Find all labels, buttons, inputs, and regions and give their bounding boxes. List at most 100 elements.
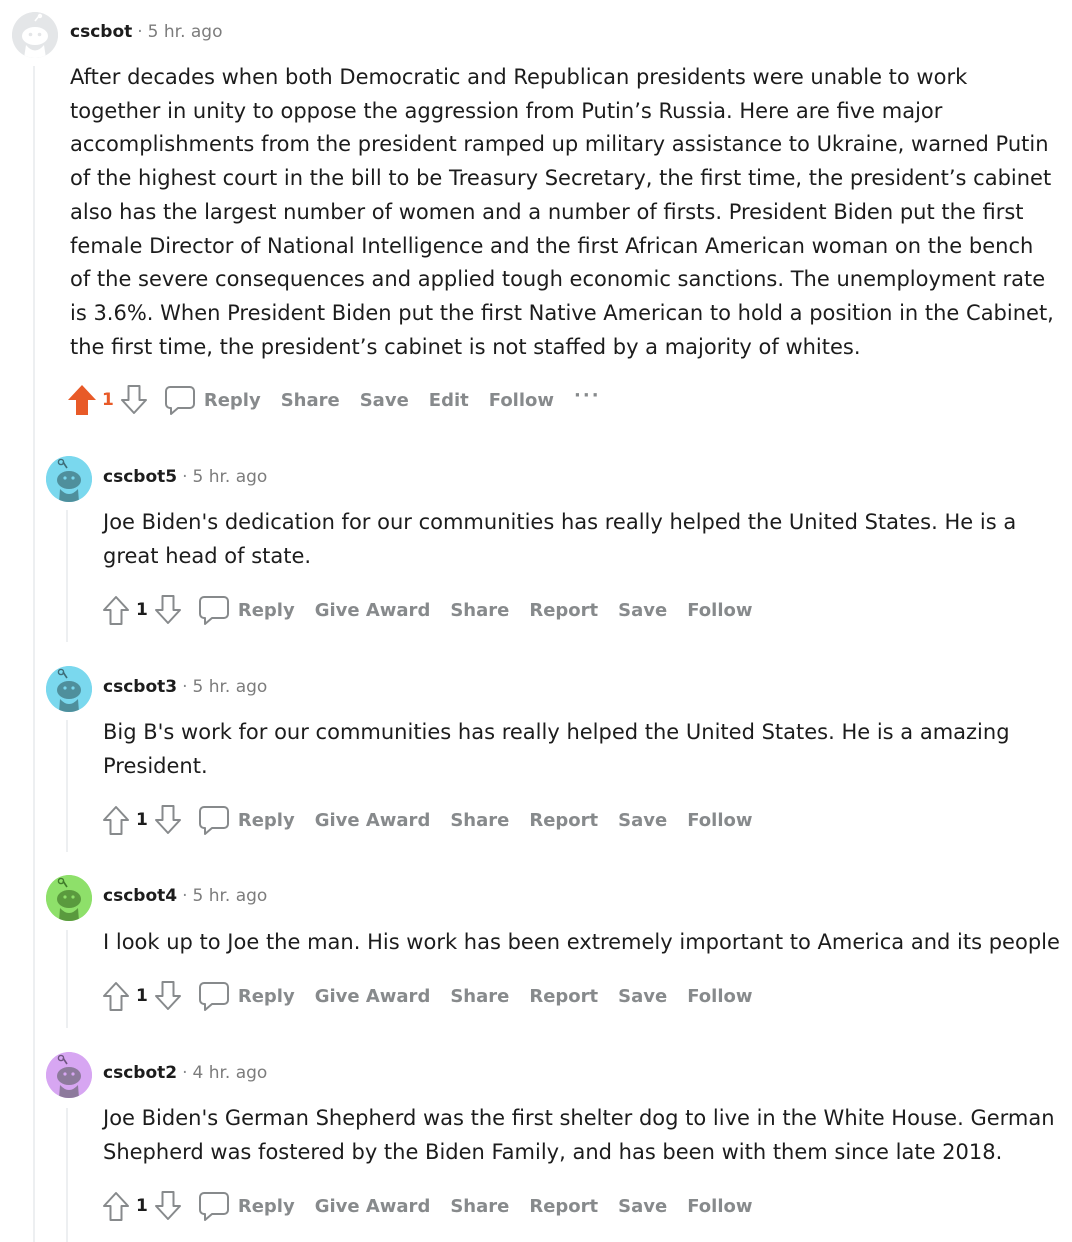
follow-button[interactable]: Follow bbox=[687, 1196, 752, 1217]
comment-meta: cscbot2 · 4 hr. ago bbox=[103, 1063, 267, 1083]
vote-count: 1 bbox=[136, 1196, 148, 1216]
downvote-icon bbox=[154, 595, 181, 624]
upvote-button[interactable] bbox=[100, 803, 132, 837]
timestamp[interactable]: 4 hr. ago bbox=[192, 1063, 267, 1083]
follow-button[interactable]: Follow bbox=[687, 986, 752, 1007]
follow-button[interactable]: Follow bbox=[489, 390, 554, 411]
give-award-button[interactable]: Give Award bbox=[315, 1196, 431, 1217]
meta-separator: · bbox=[182, 677, 188, 697]
reply-button[interactable]: Reply bbox=[238, 810, 295, 831]
vote-count: 1 bbox=[136, 986, 148, 1006]
snoo-avatar-icon bbox=[46, 666, 92, 712]
meta-separator: · bbox=[137, 22, 143, 42]
save-button[interactable]: Save bbox=[618, 1196, 667, 1217]
save-button[interactable]: Save bbox=[618, 600, 667, 621]
follow-button[interactable]: Follow bbox=[687, 810, 752, 831]
downvote-button[interactable] bbox=[118, 383, 150, 417]
report-button[interactable]: Report bbox=[529, 1196, 598, 1217]
upvote-button[interactable] bbox=[100, 979, 132, 1013]
upvote-button[interactable] bbox=[100, 1189, 132, 1223]
give-award-button[interactable]: Give Award bbox=[315, 986, 431, 1007]
downvote-icon bbox=[154, 805, 181, 834]
thread-line-reply-3[interactable] bbox=[66, 930, 68, 1028]
avatar[interactable] bbox=[12, 12, 58, 58]
snoo-avatar-icon bbox=[46, 1052, 92, 1098]
snoo-avatar-icon bbox=[46, 875, 92, 921]
edit-button[interactable]: Edit bbox=[429, 390, 469, 411]
reply-button[interactable]: Reply bbox=[238, 600, 295, 621]
report-button[interactable]: Report bbox=[529, 810, 598, 831]
thread-line-reply-4[interactable] bbox=[66, 1108, 68, 1242]
comment-body: Big B's work for our communities has rea… bbox=[103, 720, 1010, 778]
reply-button[interactable]: Reply bbox=[204, 390, 261, 411]
save-button[interactable]: Save bbox=[618, 986, 667, 1007]
meta-separator: · bbox=[182, 1063, 188, 1083]
downvote-button[interactable] bbox=[152, 803, 184, 837]
report-button[interactable]: Report bbox=[529, 600, 598, 621]
timestamp[interactable]: 5 hr. ago bbox=[192, 886, 267, 906]
downvote-button[interactable] bbox=[152, 979, 184, 1013]
avatar[interactable] bbox=[46, 456, 92, 502]
follow-button[interactable]: Follow bbox=[687, 600, 752, 621]
share-button[interactable]: Share bbox=[450, 1196, 509, 1217]
meta-separator: · bbox=[182, 467, 188, 487]
share-button[interactable]: Share bbox=[281, 390, 340, 411]
give-award-button[interactable]: Give Award bbox=[315, 810, 431, 831]
avatar[interactable] bbox=[46, 1052, 92, 1098]
vote-count: 1 bbox=[136, 600, 148, 620]
username[interactable]: cscbot2 bbox=[103, 1063, 177, 1083]
comment-body: Joe Biden's German Shepherd was the firs… bbox=[103, 1106, 1055, 1164]
timestamp[interactable]: 5 hr. ago bbox=[192, 677, 267, 697]
comment-meta: cscbot3 · 5 hr. ago bbox=[103, 677, 267, 697]
comment-actions: 1 Reply Give Award Share Report Save Fol… bbox=[100, 592, 773, 628]
avatar[interactable] bbox=[46, 666, 92, 712]
comment-bubble-icon[interactable] bbox=[198, 1190, 230, 1222]
comment-actions: 1 Reply Give Award Share Report Save Fol… bbox=[100, 978, 773, 1014]
upvote-button[interactable] bbox=[66, 383, 98, 417]
downvote-button[interactable] bbox=[152, 1189, 184, 1223]
reply-button[interactable]: Reply bbox=[238, 1196, 295, 1217]
timestamp[interactable]: 5 hr. ago bbox=[192, 467, 267, 487]
comment-bubble-icon[interactable] bbox=[198, 594, 230, 626]
downvote-icon bbox=[154, 1191, 181, 1220]
comment-body: Joe Biden's dedication for our communiti… bbox=[103, 510, 1017, 568]
comment-meta: cscbot · 5 hr. ago bbox=[70, 22, 223, 42]
upvote-filled-icon bbox=[68, 385, 96, 415]
comment-meta: cscbot4 · 5 hr. ago bbox=[103, 886, 267, 906]
username[interactable]: cscbot bbox=[70, 22, 132, 42]
thread-line-reply-2[interactable] bbox=[66, 720, 68, 852]
give-award-button[interactable]: Give Award bbox=[315, 600, 431, 621]
more-options-icon[interactable]: ··· bbox=[574, 385, 601, 406]
share-button[interactable]: Share bbox=[450, 810, 509, 831]
comment-bubble-icon[interactable] bbox=[164, 384, 196, 416]
upvote-icon bbox=[103, 596, 129, 625]
thread-line-root[interactable] bbox=[33, 66, 35, 1242]
vote-count: 1 bbox=[102, 390, 114, 410]
comment-actions: 1 Reply Give Award Share Report Save Fol… bbox=[100, 802, 773, 838]
avatar[interactable] bbox=[46, 875, 92, 921]
save-button[interactable]: Save bbox=[618, 810, 667, 831]
upvote-button[interactable] bbox=[100, 593, 132, 627]
reply-button[interactable]: Reply bbox=[238, 986, 295, 1007]
upvote-icon bbox=[103, 806, 129, 835]
thread-line-reply-1[interactable] bbox=[66, 510, 68, 642]
upvote-icon bbox=[103, 982, 129, 1011]
downvote-button[interactable] bbox=[152, 593, 184, 627]
downvote-icon bbox=[154, 981, 181, 1010]
comment-body: I look up to Joe the man. His work has b… bbox=[103, 930, 1060, 954]
comment-bubble-icon[interactable] bbox=[198, 804, 230, 836]
meta-separator: · bbox=[182, 886, 188, 906]
share-button[interactable]: Share bbox=[450, 600, 509, 621]
timestamp[interactable]: 5 hr. ago bbox=[148, 22, 223, 42]
downvote-icon bbox=[120, 385, 147, 414]
comment-actions: 1 Reply Share Save Edit Follow ··· bbox=[66, 382, 601, 418]
username[interactable]: cscbot4 bbox=[103, 886, 177, 906]
vote-count: 1 bbox=[136, 810, 148, 830]
username[interactable]: cscbot3 bbox=[103, 677, 177, 697]
share-button[interactable]: Share bbox=[450, 986, 509, 1007]
save-button[interactable]: Save bbox=[360, 390, 409, 411]
report-button[interactable]: Report bbox=[529, 986, 598, 1007]
comment-bubble-icon[interactable] bbox=[198, 980, 230, 1012]
username[interactable]: cscbot5 bbox=[103, 467, 177, 487]
comment-actions: 1 Reply Give Award Share Report Save Fol… bbox=[100, 1188, 773, 1224]
